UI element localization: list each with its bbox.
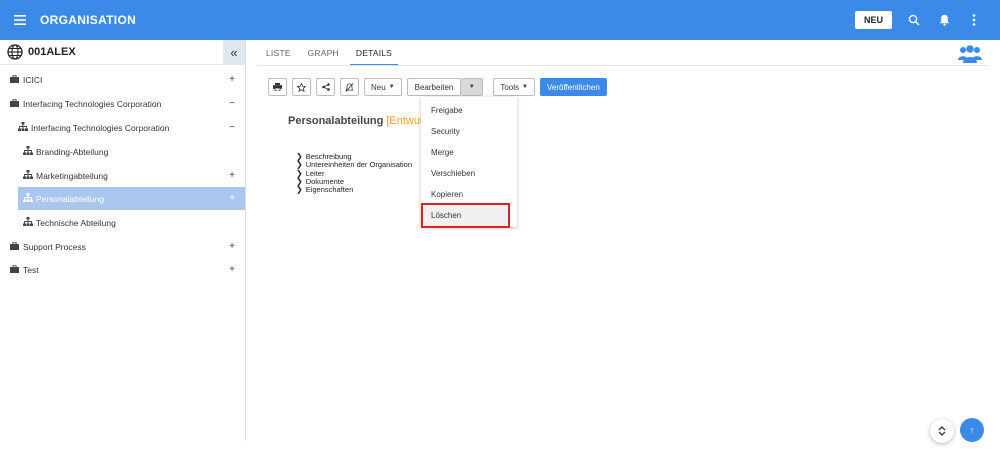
menu-item-loeschen[interactable]: Löschen [421,203,510,228]
notifications-off-icon[interactable] [340,78,359,96]
tree-item-interfacing-org[interactable]: Interfacing Technologies Corporation − [0,116,245,139]
detail-sections: ❯ Beschreibung ❯ Untereinheiten der Organi… [296,152,412,194]
scroll-to-top-icon[interactable]: ↑ [960,418,984,442]
chevron-right-icon: ❯ [296,185,303,195]
section-eigenschaften[interactable]: ❯ Eigenschaften [296,186,412,194]
tree-item-marketing[interactable]: Marketingabteilung + [0,164,245,187]
menu-icon[interactable] [0,0,40,40]
sidebar-header: 001ALEX « [0,40,245,65]
neu-dropdown-button[interactable]: Neu ▼ [364,78,402,96]
org-chart-icon [18,122,29,133]
bearbeiten-button[interactable]: Bearbeiten [406,78,462,96]
menu-item-kopieren[interactable]: Kopieren [421,184,517,205]
app-title: ORGANISATION [40,13,137,27]
expand-icon[interactable]: + [229,74,235,85]
globe-icon [7,44,23,60]
new-button[interactable]: NEU [854,11,892,29]
org-chart-icon [23,146,34,157]
tree-item-personal[interactable]: Personalabteilung + [18,187,245,210]
menu-item-verschieben[interactable]: Verschieben [421,163,517,184]
tree-item-icici[interactable]: ICICI + [0,68,245,91]
scroll-toggle-icon[interactable] [930,419,954,443]
top-app-bar: ORGANISATION NEU [0,0,1000,40]
menu-item-freigabe[interactable]: Freigabe [421,100,517,121]
menu-item-merge[interactable]: Merge [421,142,517,163]
tree-item-branding[interactable]: Branding-Abteilung [0,140,245,163]
expand-icon[interactable]: + [229,193,235,204]
tools-dropdown-button[interactable]: Tools ▼ [493,78,535,96]
caret-down-icon: ▼ [388,84,395,90]
view-tabs: LISTE GRAPH DETAILS [266,44,415,66]
tree-item-technical[interactable]: Technische Abteilung [0,211,245,234]
tab-details[interactable]: DETAILS [349,44,399,66]
chevron-right-icon: ❯ [296,160,303,170]
star-icon[interactable] [292,78,311,96]
detail-toolbar: Neu ▼ Bearbeiten ▼ Tools ▼ Veröffentlichen [268,78,612,96]
expand-icon[interactable]: + [229,264,235,275]
bearbeiten-dropdown-menu: Freigabe Security Merge Verschieben Kopi… [421,97,517,228]
tree-item-test[interactable]: Test + [0,258,245,281]
org-chart-icon [23,170,34,181]
sidebar-title: 001ALEX [28,46,76,58]
tree-item-support[interactable]: Support Process + [0,235,245,258]
publish-button[interactable]: Veröffentlichen [539,78,607,96]
search-icon[interactable] [902,0,926,40]
briefcase-icon [10,74,21,85]
detail-title: Personalabteilung [Entwurf] [288,115,430,127]
collapse-icon[interactable]: − [229,122,235,133]
tabs-divider [258,65,988,66]
briefcase-icon [10,264,21,275]
more-vert-icon[interactable] [962,0,986,40]
collapse-icon[interactable]: − [229,98,235,109]
print-icon[interactable] [268,78,287,96]
caret-down-icon: ▼ [468,84,475,90]
bell-icon[interactable] [932,0,956,40]
tab-liste[interactable]: LISTE [266,44,291,66]
sidebar: 001ALEX « ICICI + Interfacing Technologi… [0,40,246,441]
expand-icon[interactable]: + [229,170,235,181]
org-chart-icon [23,217,34,228]
bearbeiten-dropdown-toggle[interactable]: ▼ [461,78,484,96]
users-icon[interactable] [958,44,982,64]
tab-graph[interactable]: GRAPH [308,44,339,66]
briefcase-icon [10,98,21,109]
expand-icon[interactable]: + [229,241,235,252]
menu-item-security[interactable]: Security [421,121,517,142]
share-icon[interactable] [316,78,335,96]
caret-down-icon: ▼ [522,84,528,90]
briefcase-icon [10,241,21,252]
collapse-sidebar-button[interactable]: « [223,40,245,65]
tree-item-interfacing-root[interactable]: Interfacing Technologies Corporation − [0,92,245,115]
org-chart-icon [23,193,34,204]
